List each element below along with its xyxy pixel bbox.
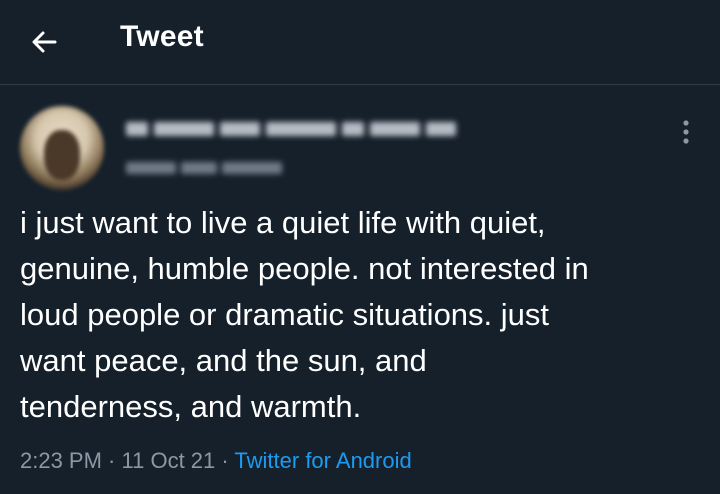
meta-separator: ·: [215, 448, 235, 473]
app-header: Tweet: [0, 0, 720, 84]
tweet-date[interactable]: 11 Oct 21: [122, 448, 216, 473]
meta-separator: ·: [101, 448, 122, 473]
more-vertical-icon: [683, 120, 689, 144]
back-button[interactable]: [24, 22, 64, 62]
more-options-button[interactable]: [670, 116, 702, 148]
page-title: Tweet: [120, 20, 204, 53]
tweet-time[interactable]: 2:23 PM: [20, 448, 102, 473]
tweet-text: i just want to live a quiet life with qu…: [20, 200, 710, 430]
tweet-metadata: 2:23 PM · 11 Oct 21 · Twitter for Androi…: [20, 448, 412, 474]
tweet-text-line: loud people or dramatic situations. just: [20, 297, 550, 332]
tweet-text-line: tenderness, and warmth.: [20, 389, 362, 424]
username-blurred[interactable]: [126, 157, 286, 179]
tweet-source-link[interactable]: Twitter for Android: [234, 448, 411, 473]
arrow-left-icon: [32, 31, 57, 53]
header-divider: [0, 84, 720, 85]
tweet-text-line: want peace, and the sun, and: [20, 343, 427, 378]
display-name-blurred[interactable]: [126, 117, 456, 141]
tweet-text-line: i just want to live a quiet life with qu…: [20, 205, 546, 240]
avatar[interactable]: [20, 106, 104, 190]
tweet-text-line: genuine, humble people. not interested i…: [20, 251, 589, 286]
